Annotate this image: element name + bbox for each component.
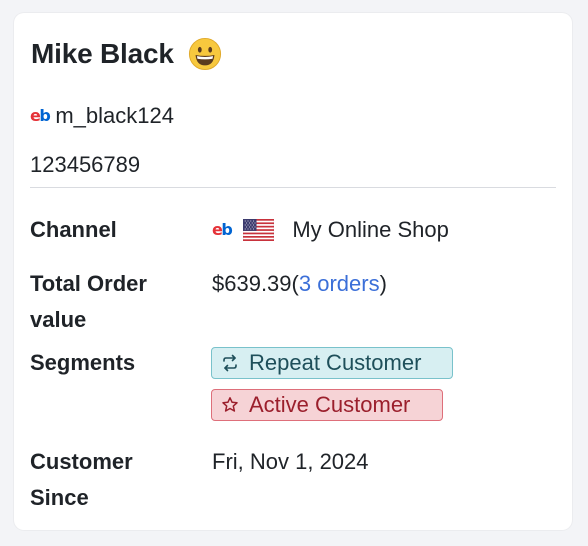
customer-since-value: Fri, Nov 1, 2024 bbox=[212, 449, 369, 474]
us-flag-icon bbox=[243, 219, 275, 241]
repeat-icon bbox=[223, 354, 237, 372]
channel-label: Channel bbox=[30, 217, 117, 242]
customer-since-label: Customer Since bbox=[30, 444, 133, 516]
total-order-value: $639.39(3 orders) bbox=[212, 266, 387, 302]
orders-link[interactable]: 3 orders bbox=[299, 271, 380, 296]
order-amount: $639.39 bbox=[212, 271, 292, 296]
close-paren: ) bbox=[379, 271, 387, 296]
star-outline-icon bbox=[222, 397, 238, 412]
ebay-icon: eb bbox=[212, 220, 233, 239]
segment-label: Active Customer bbox=[249, 392, 411, 417]
segments-label: Segments bbox=[30, 350, 136, 375]
customer-card: Mike Black eb m_black124 123456789 Chann… bbox=[14, 13, 572, 530]
divider bbox=[30, 187, 556, 188]
channel-value: eb My Online Shop bbox=[212, 212, 449, 248]
ebay-logo-b: b bbox=[39, 106, 50, 125]
total-order-value-label: Total Order value bbox=[30, 266, 147, 338]
ebay-logo-e: e bbox=[212, 220, 223, 239]
customer-username: m_black124 bbox=[55, 103, 174, 128]
grinning-face-emoji-icon bbox=[188, 37, 221, 71]
customer-handle-row: eb m_black124 bbox=[30, 103, 174, 129]
segment-label: Repeat Customer bbox=[249, 350, 422, 375]
open-paren: ( bbox=[291, 271, 299, 296]
ebay-logo-e: e bbox=[30, 106, 41, 125]
segment-badge-repeat-customer[interactable]: Repeat Customer bbox=[211, 347, 453, 379]
segment-badge-active-customer[interactable]: Active Customer bbox=[211, 389, 443, 421]
customer-header: Mike Black bbox=[31, 37, 222, 71]
customer-id: 123456789 bbox=[30, 152, 141, 177]
ebay-logo-b: b bbox=[221, 220, 232, 239]
total-order-value-label-line1: Total Order bbox=[30, 271, 147, 296]
total-order-value-label-line2: value bbox=[30, 307, 87, 332]
ebay-icon: eb bbox=[30, 106, 51, 125]
channel-name: My Online Shop bbox=[292, 217, 449, 242]
customer-since-label-line2: Since bbox=[30, 485, 89, 510]
customer-name: Mike Black bbox=[31, 38, 174, 69]
customer-since-label-line1: Customer bbox=[30, 449, 133, 474]
